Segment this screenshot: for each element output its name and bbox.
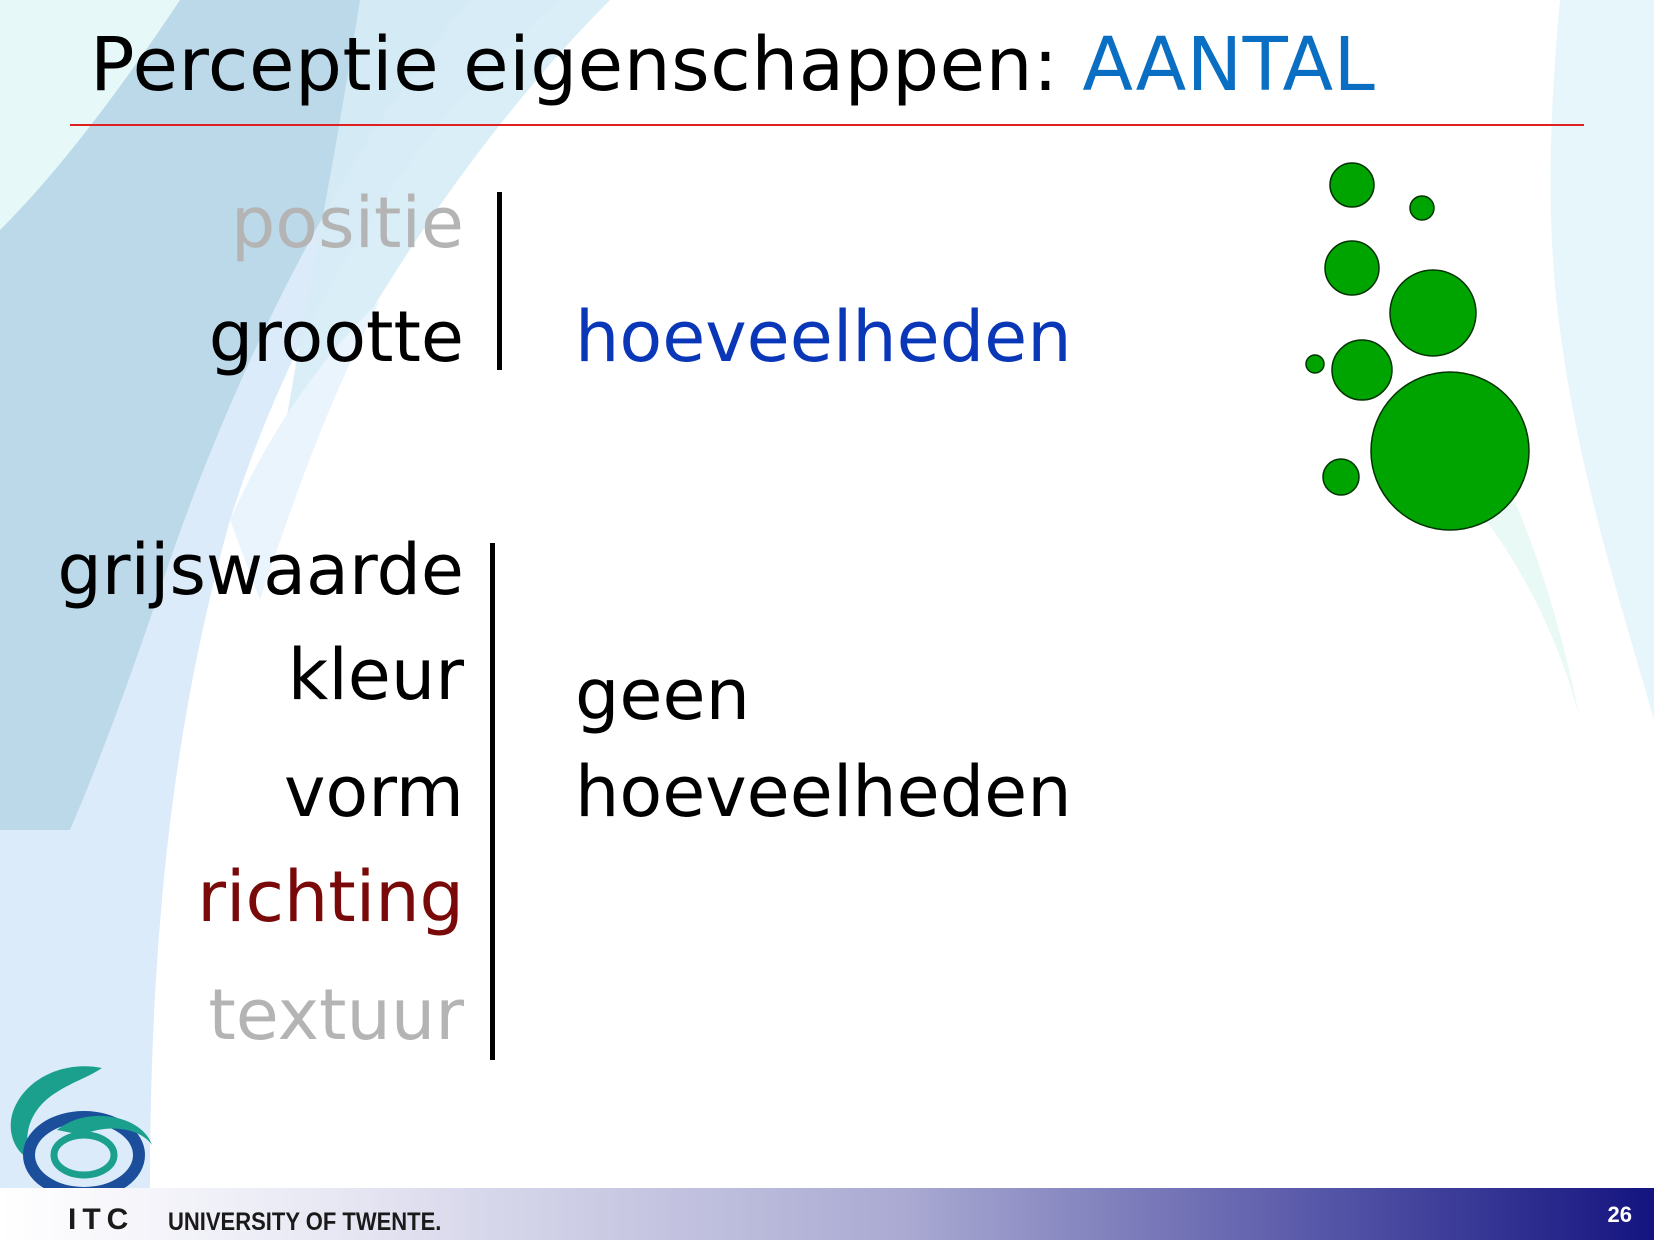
group-one-divider xyxy=(497,192,502,370)
label-vorm: vorm xyxy=(284,751,464,833)
university-name: UNIVERSITY OF TWENTE. xyxy=(168,1208,442,1236)
proportional-circles-illustration xyxy=(1305,162,1530,531)
label-richting: richting xyxy=(197,856,464,938)
page-number: 26 xyxy=(1607,1202,1632,1227)
label-positie: positie xyxy=(230,182,464,264)
circle xyxy=(1322,458,1360,496)
title-main: Perceptie eigenschappen: xyxy=(90,22,1083,108)
label-grijswaarde: grijswaarde xyxy=(57,529,464,611)
label-kleur: kleur xyxy=(287,634,464,716)
value-hoeveelheden: hoeveelheden xyxy=(575,296,1072,378)
circle xyxy=(1324,240,1380,296)
circle xyxy=(1389,269,1477,357)
value-geen: geen xyxy=(575,654,750,736)
itc-swirl-logo xyxy=(10,1066,152,1199)
slide-title: Perceptie eigenschappen: AANTAL xyxy=(90,22,1375,108)
itc-wordmark: ITC xyxy=(68,1203,135,1236)
title-accent: AANTAL xyxy=(1082,22,1376,108)
label-grootte: grootte xyxy=(208,296,464,378)
circle xyxy=(1305,354,1325,374)
circle xyxy=(1409,195,1435,221)
circle xyxy=(1329,162,1375,208)
label-textuur: textuur xyxy=(208,974,464,1056)
circle xyxy=(1331,339,1393,401)
group-two-divider xyxy=(490,543,495,1060)
title-divider xyxy=(70,124,1584,126)
value-geen-hoeveelheden: hoeveelheden xyxy=(575,751,1072,833)
circle xyxy=(1370,371,1530,531)
